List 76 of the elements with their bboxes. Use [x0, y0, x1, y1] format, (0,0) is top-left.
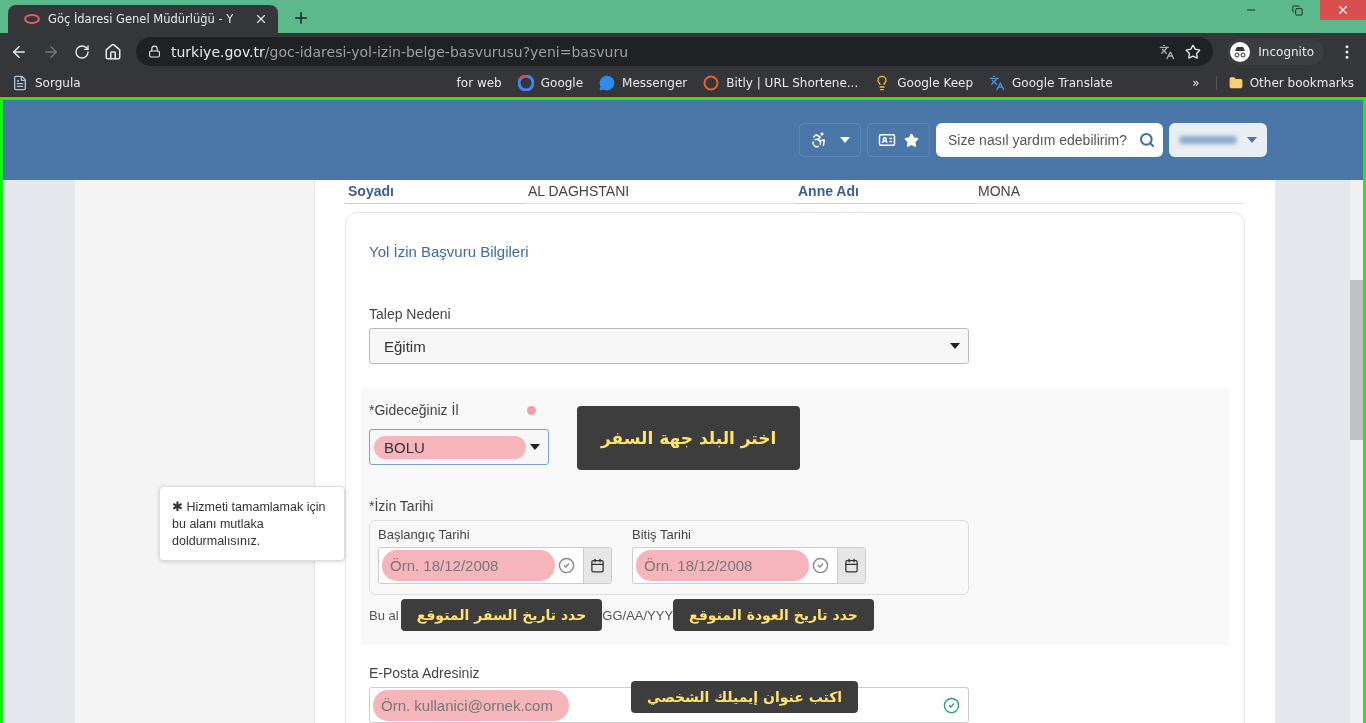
bookmark-link[interactable]: Google Keep [874, 75, 974, 91]
tooltip: ✱ Hizmeti tamamlamak için bu alanı mutlaka doldurmalısınız. [159, 486, 345, 561]
info-value: AL DAGHSTANI [528, 183, 630, 199]
check-icon [558, 557, 575, 574]
address-bar[interactable]: turkiye.gov.tr/goc-idaresi-yol-izin-belge-basvurusu?yeni=basvuru [136, 37, 1214, 66]
bookmark-link[interactable]: Bitly | URL Shortene... [703, 75, 859, 91]
favorites-button[interactable] [867, 123, 930, 157]
annotation-callout: حدد تاريخ السفر المتوقع [400, 599, 603, 631]
round-logo-icon [517, 75, 534, 91]
search-icon[interactable] [1139, 132, 1155, 148]
bookmark-link[interactable]: Sorgula [12, 75, 81, 91]
more-bookmarks-link[interactable]: » [1192, 76, 1200, 90]
check-icon [943, 696, 960, 714]
info-value: MONA [978, 183, 1020, 199]
caret-icon [840, 137, 850, 143]
check-icon [812, 557, 829, 574]
email-input[interactable]: Örn. kullanici@ornek.com [373, 689, 569, 721]
close-icon [1336, 3, 1350, 17]
field-label: Talep Nedeni [369, 306, 451, 322]
caret-icon [530, 444, 540, 450]
annotation-callout: اكتب عنوان إيميلك الشخصي [631, 681, 859, 713]
date-input[interactable]: Örn. 18/12/2008 [636, 550, 809, 581]
calendar-icon [844, 558, 859, 573]
lock-icon [148, 45, 161, 58]
field-label: Başlangıç Tarihi [378, 527, 471, 542]
required-dot-icon [526, 405, 536, 415]
new-tab-icon[interactable] [292, 9, 310, 27]
bookmark-link[interactable]: Google Translate [989, 75, 1113, 91]
date-field[interactable]: Örn. 18/12/2008 [632, 547, 866, 584]
id-card-icon [878, 131, 896, 149]
scrollbar-thumb[interactable] [1350, 280, 1363, 440]
hint-text: GG/AA/YYY [602, 607, 674, 623]
star-icon [904, 132, 919, 148]
profile-button[interactable]: Incognito [1227, 38, 1324, 65]
bookmark-link[interactable]: Google [517, 75, 584, 91]
reload-icon[interactable] [74, 43, 90, 60]
info-label: Anne Adı [798, 183, 859, 199]
info-label: Soyadı [348, 183, 394, 199]
caret-icon [1247, 137, 1257, 143]
accessibility-button[interactable] [799, 123, 861, 157]
calendar-button[interactable] [583, 548, 611, 583]
date-input[interactable]: Örn. 18/12/2008 [382, 550, 555, 581]
search-field[interactable]: Size nasıl yardım edebilirim? [936, 123, 1163, 157]
tab-title: Göç İdaresi Genel Müdürlüğü - Y [48, 12, 235, 26]
bookmark-link[interactable]: for web [456, 76, 502, 90]
restore-icon[interactable] [1291, 4, 1303, 16]
section-title: Yol İzin Başvuru Bilgileri [368, 243, 530, 260]
field-label: *Gideceğiniz İl [369, 402, 459, 418]
date-field[interactable]: Örn. 18/12/2008 [378, 547, 612, 584]
city-select[interactable]: BOLU [369, 429, 549, 465]
calendar-icon [590, 558, 605, 573]
calendar-button[interactable] [837, 548, 865, 583]
browser-tab[interactable]: Göç İdaresi Genel Müdürlüğü - Y [8, 5, 278, 33]
hint-text: Bu al [369, 607, 399, 623]
translate-icon[interactable] [1159, 43, 1176, 60]
reason-select[interactable]: Eğitim [369, 328, 969, 364]
url-text: turkiye.gov.tr/goc-idaresi-yol-izin-belge-basvurusu?yeni=basvuru [171, 43, 628, 60]
bookmark-folder[interactable]: Other bookmarks [1215, 76, 1354, 90]
home-icon[interactable] [104, 42, 122, 61]
round-logo-icon [703, 75, 720, 91]
field-label: Bitiş Tarihi [632, 527, 692, 542]
annotation-callout: حدد تاريخ العودة المتوقع [673, 599, 874, 631]
field-label: *İzin Tarihi [369, 498, 434, 514]
field-label: E-Posta Adresiniz [369, 665, 480, 681]
annotation-callout: اختر البلد جهة السفر [577, 406, 801, 470]
chat-bubble-icon [599, 75, 616, 91]
page-icon [12, 75, 28, 91]
blurred-text-icon [1179, 136, 1237, 144]
translate-icon [989, 75, 1006, 91]
star-icon[interactable] [1185, 43, 1202, 60]
folder-icon [1228, 76, 1243, 90]
caret-icon [950, 343, 960, 349]
bookmark-link[interactable]: Messenger [599, 75, 688, 91]
incognito-icon [1233, 45, 1248, 58]
accessibility-icon [810, 131, 828, 149]
close-icon[interactable] [254, 12, 268, 26]
